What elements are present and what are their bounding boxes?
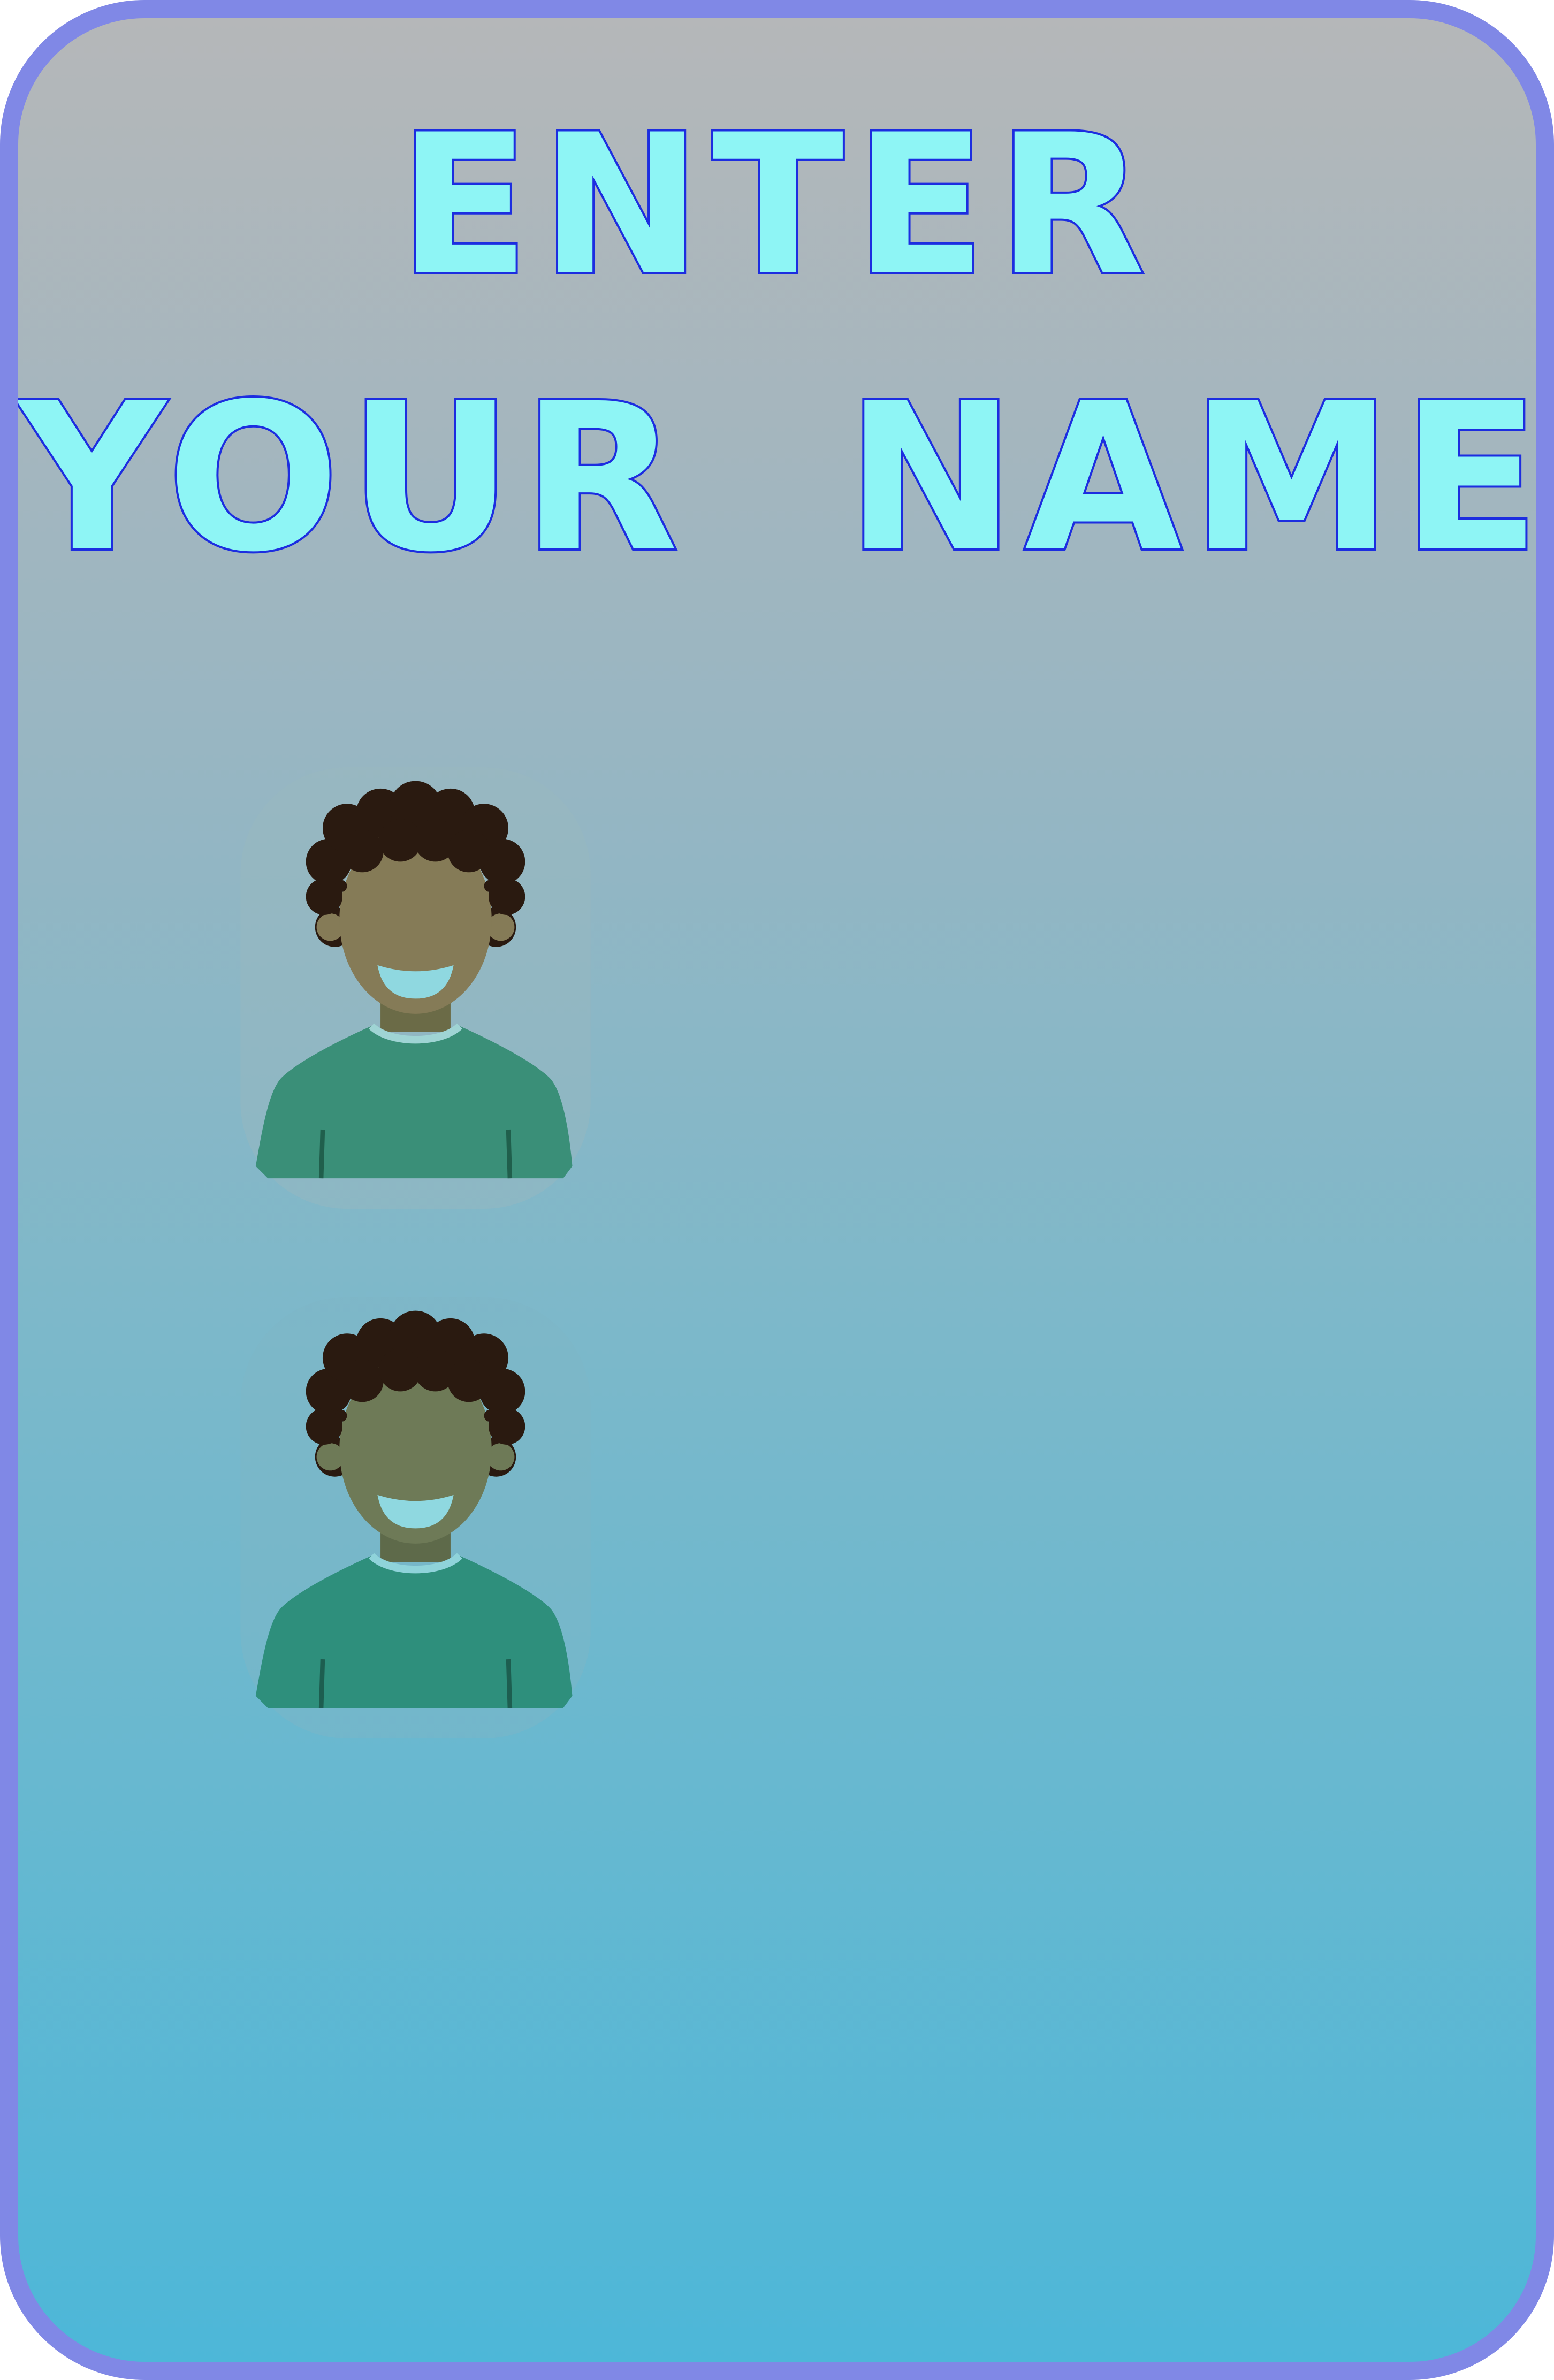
player-avatar-icon — [240, 1297, 591, 1738]
player-2-avatar[interactable] — [240, 1297, 591, 1738]
enter-names-screen: ENTER YOUR NAMES — [0, 0, 1554, 2380]
player-1-avatar[interactable] — [240, 767, 591, 1209]
player-avatar-icon — [240, 767, 591, 1209]
title-line-your-names: YOUR NAMES — [18, 360, 1554, 597]
title-line-enter: ENTER — [396, 93, 1156, 317]
